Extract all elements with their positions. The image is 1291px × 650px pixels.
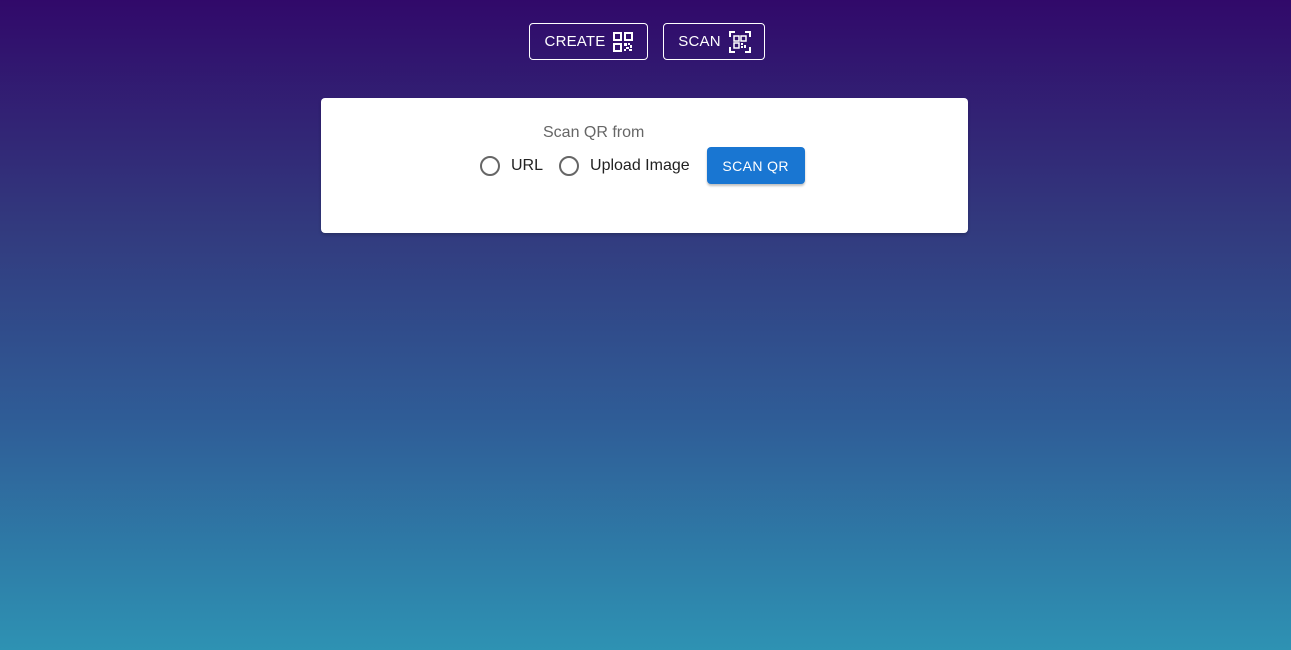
radio-url-label: URL <box>511 156 544 174</box>
radio-upload-image-label: Upload Image <box>590 156 690 174</box>
scan-button-label: SCAN <box>678 33 721 50</box>
radio-url[interactable]: URL <box>480 155 544 176</box>
scan-source-label: Scan QR from <box>543 124 645 141</box>
scan-button[interactable]: SCAN <box>662 23 765 60</box>
qr-scanner-icon <box>728 30 751 53</box>
scan-qr-button[interactable]: SCAN QR <box>706 147 805 184</box>
qr-code-icon <box>613 31 634 52</box>
scan-card: Scan QR from URL Upload Image SCAN QR <box>321 98 968 233</box>
create-button-label: CREATE <box>544 33 606 50</box>
create-button[interactable]: CREATE <box>528 23 648 60</box>
radio-url-circle[interactable] <box>480 155 500 176</box>
radio-upload-image-circle[interactable] <box>559 155 580 176</box>
radio-upload-image[interactable]: Upload Image <box>559 155 690 176</box>
top-navigation: CREATE SCAN <box>0 23 1291 60</box>
scan-source-options: URL Upload Image SCAN QR <box>480 147 805 184</box>
